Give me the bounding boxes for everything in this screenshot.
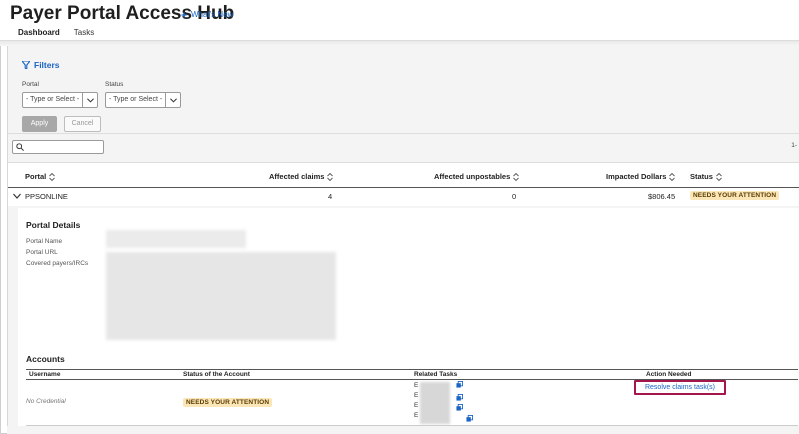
whats-new-link[interactable]: What's New [180,10,233,19]
sort-icon [716,172,722,181]
accounts-header-related-tasks: Related Tasks [414,371,458,378]
username-cell: No Credential [26,398,66,405]
accounts-header-username: Username [29,371,61,378]
column-header-status[interactable]: Status [690,172,722,181]
accounts-title: Accounts [26,354,65,364]
redacted-task-ids [420,382,450,424]
accounts-header-status: Status of the Account [183,371,250,378]
portal-filter-label: Portal [22,81,39,88]
redacted-portal-info [106,230,246,248]
bottom-edge [7,426,799,434]
related-task-item[interactable]: E [414,412,418,419]
chevron-down-icon [165,93,180,107]
apply-button[interactable]: Apply [22,116,57,132]
covered-payers-label: Covered payers/IRCs [26,260,89,267]
column-header-label: Impacted Dollars [606,172,667,181]
open-external-icon[interactable] [456,404,463,411]
status-select-value: - Type or Select - [109,96,163,103]
sort-icon [513,172,520,181]
impacted-dollars-cell: $806.45 [648,192,676,201]
open-external-icon[interactable] [456,394,463,401]
portal-details-panel: Portal Details Portal Name Portal URL Co… [18,208,799,426]
expand-chevron-icon[interactable] [13,192,21,200]
search-input[interactable] [12,140,104,154]
column-header-portal[interactable]: Portal [25,172,56,181]
account-status-badge: NEEDS YOUR ATTENTION [183,398,273,407]
open-external-icon[interactable] [466,415,473,422]
related-task-item[interactable]: E [414,402,418,409]
account-row: No Credential NEEDS YOUR ATTENTION E E E… [26,380,798,426]
portal-url-label: Portal URL [26,249,58,256]
sort-icon [327,172,334,181]
affected-unpostables-cell: 0 [512,192,517,201]
pagination-indicator: 1- [791,142,797,149]
affected-claims-cell: 4 [328,192,333,201]
main-panel: Filters Portal - Type or Select - Status… [7,46,799,434]
filters-title: Filters [34,60,60,70]
accounts-header-action-needed: Action Needed [646,371,692,378]
portal-name-cell: PPSONLINE [25,192,68,201]
related-task-item[interactable]: E [414,382,418,389]
accounts-table-header: Username Status of the Account Related T… [26,369,798,380]
page-header: Payer Portal Access Hub What's New Dashb… [0,0,799,42]
filters-section: Filters Portal - Type or Select - Status… [8,50,799,134]
filters-toggle[interactable]: Filters [22,60,60,70]
portal-select-value: - Type or Select - [26,96,80,103]
portal-name-label: Portal Name [26,238,63,245]
redacted-payers-list [106,252,336,340]
related-task-item[interactable]: E [414,392,418,399]
open-external-icon[interactable] [456,381,463,388]
table-row[interactable]: PPSONLINE 4 0 $806.45 NEEDS YOUR ATTENTI… [8,188,799,206]
column-header-label: Portal [25,172,47,181]
status-badge: NEEDS YOUR ATTENTION [690,191,780,200]
chevron-down-icon [82,93,97,107]
cancel-button[interactable]: Cancel [64,116,101,132]
filter-icon [22,61,30,69]
column-header-affected-claims[interactable]: Affected claims [269,172,334,181]
table-header: Portal Affected claims Affected unpostab… [8,162,799,188]
column-header-label: Status [690,172,713,181]
whats-new-label: What's New [191,10,234,19]
resolve-claims-tasks-link[interactable]: Resolve claims task(s) [634,380,726,395]
sort-icon [49,172,56,181]
search-icon [16,143,24,151]
column-header-label: Affected claims [269,172,325,181]
status-select[interactable]: - Type or Select - [105,92,181,108]
column-header-impacted-dollars[interactable]: Impacted Dollars [606,172,676,181]
sort-icon [669,172,676,181]
status-filter-label: Status [105,81,124,88]
portal-details-title: Portal Details [26,220,81,230]
column-header-affected-unpostables[interactable]: Affected unpostables [434,172,520,181]
portal-select[interactable]: - Type or Select - [22,92,98,108]
sparkle-icon [180,10,188,19]
column-header-label: Affected unpostables [434,172,511,181]
